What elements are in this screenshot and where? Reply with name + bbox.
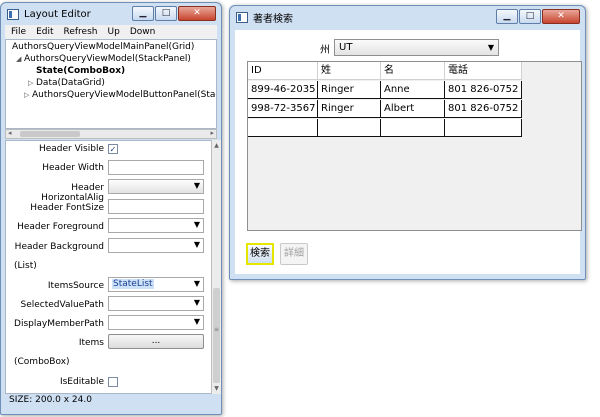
authors-data-grid[interactable]: ID 姓 名 電話 899-46-2035 Ringer Anne 801 82… [247,61,582,231]
header-fontsize-input[interactable] [108,199,204,214]
dropdown-arrow-icon: ▼ [193,317,200,326]
scroll-thumb[interactable] [20,131,80,137]
expand-closed-icon[interactable]: ▷ [28,79,36,87]
close-button[interactable]: ✕ [542,9,580,24]
column-header-first-name[interactable]: 名 [381,62,445,80]
scroll-thumb[interactable] [213,288,220,383]
prop-label: DisplayMemberPath [14,319,104,329]
detail-button[interactable]: 詳細 [280,243,308,265]
prop-label: IsEditable [59,377,104,387]
table-cell-empty[interactable] [445,119,522,137]
table-cell-empty[interactable] [318,119,381,137]
state-select[interactable]: UT ▼ [334,39,499,56]
maximize-button[interactable]: □ [155,6,177,21]
prop-label: Header Width [42,163,104,173]
is-editable-checkbox[interactable] [108,377,118,387]
display-member-path-select[interactable]: ▼ [108,315,204,330]
dropdown-arrow-icon: ▼ [193,181,200,190]
table-cell[interactable]: Albert [381,100,445,118]
prop-label: Header Visible [38,144,104,154]
items-source-select[interactable]: StateList ▼ [108,277,204,292]
author-search-client: 州 UT ▼ ID 姓 名 電話 899-46-2035 Ringer Anne… [235,30,582,274]
prop-label: Items [78,338,104,348]
prop-label: Header Foreground [17,222,104,232]
window-icon [236,11,248,23]
section-combobox-label: (ComboBox) [14,357,70,367]
window-icon [7,8,19,20]
table-cell[interactable]: 899-46-2035 [248,81,318,99]
tree-item-selected[interactable]: State(ComboBox) [36,66,125,76]
scroll-left-icon[interactable]: ◂ [8,129,12,137]
horizontal-scrollbar[interactable]: ◂ ▸ [5,129,217,139]
scroll-grip-icon: ≡ [213,326,220,333]
table-cell[interactable]: Ringer [318,81,381,99]
search-button[interactable]: 検索 [246,243,274,265]
minimize-button[interactable]: ▁ [132,6,154,21]
property-grid: Header Visible ✓ Header Width Header Hor… [5,140,217,394]
prop-label: Header HorizontalAlig [41,183,104,203]
expand-open-icon[interactable]: ◢ [16,55,24,63]
table-cell-empty[interactable] [381,119,445,137]
selected-value-path-select[interactable]: ▼ [108,296,204,311]
scroll-down-icon[interactable]: ▼ [212,385,221,392]
tree-item[interactable]: AuthorsQueryViewModelMainPanel(Grid) [12,42,194,52]
menu-refresh[interactable]: Refresh [64,27,98,37]
table-cell[interactable]: 998-72-3567 [248,100,318,118]
items-edit-button[interactable]: ... [108,334,204,349]
table-cell-empty[interactable] [248,119,318,137]
menu-down[interactable]: Down [130,27,156,37]
menu-up[interactable]: Up [108,27,120,37]
author-search-titlebar[interactable]: 著者検索 ▁ □ ✕ [230,6,585,28]
column-header-last-name[interactable]: 姓 [318,62,381,80]
scroll-right-icon[interactable]: ▸ [210,129,214,137]
header-foreground-select[interactable]: ▼ [108,218,204,233]
menu-edit[interactable]: Edit [36,27,53,37]
header-width-input[interactable] [108,160,204,175]
dropdown-arrow-icon: ▼ [193,220,200,229]
caption-buttons: ▁ □ ✕ [495,9,580,24]
caption-buttons: ▁ □ ✕ [131,6,216,21]
state-value: UT [339,42,353,53]
maximize-button[interactable]: □ [519,9,541,24]
layout-editor-window: Layout Editor ▁ □ ✕ File Edit Refresh Up… [0,2,222,415]
author-search-window: 著者検索 ▁ □ ✕ 州 UT ▼ ID 姓 名 電話 899-46-2035 … [229,5,586,280]
expand-closed-icon[interactable]: ▷ [24,91,32,99]
header-background-select[interactable]: ▼ [108,238,204,253]
column-header-phone[interactable]: 電話 [445,62,522,80]
table-cell[interactable]: 801 826-0752 [445,81,522,99]
state-label: 州 [320,45,330,56]
table-cell[interactable]: Ringer [318,100,381,118]
scroll-up-icon[interactable]: ▲ [212,142,221,149]
dropdown-arrow-icon: ▼ [193,240,200,249]
dropdown-arrow-icon: ▼ [193,298,200,307]
prop-label: Header FontSize [30,203,104,213]
minimize-button[interactable]: ▁ [496,9,518,24]
table-cell[interactable]: 801 826-0752 [445,100,522,118]
dropdown-arrow-icon: ▼ [487,43,494,52]
header-visible-checkbox[interactable]: ✓ [108,144,118,154]
close-button[interactable]: ✕ [178,6,216,21]
tree-item[interactable]: ◢ AuthorsQueryViewModel(StackPanel) [16,54,191,64]
window-title: Layout Editor [24,8,91,20]
element-tree[interactable]: AuthorsQueryViewModelMainPanel(Grid) ◢ A… [5,39,217,129]
tree-item[interactable]: ▷ Data(DataGrid) [28,78,105,88]
layout-editor-titlebar[interactable]: Layout Editor ▁ □ ✕ [1,3,221,25]
prop-label: Header Background [14,242,104,252]
dropdown-arrow-icon: ▼ [193,279,200,288]
menu-file[interactable]: File [11,27,26,37]
table-cell[interactable]: Anne [381,81,445,99]
prop-label: ItemsSource [47,281,104,291]
section-list-label: (List) [14,261,37,271]
items-source-value: StateList [112,279,154,289]
tree-item[interactable]: ▷ AuthorsQueryViewModelButtonPanel(Stack… [24,90,216,100]
header-horizontal-align-select[interactable]: ▼ [108,179,204,194]
prop-label: SelectedValuePath [20,300,104,310]
window-title: 著者検索 [253,13,293,25]
column-header-id[interactable]: ID [248,62,318,80]
size-status: SIZE: 200.0 x 24.0 [9,395,92,405]
vertical-scrollbar[interactable]: ▲ ≡ ▼ [211,140,221,394]
menu-bar: File Edit Refresh Up Down [5,25,217,39]
